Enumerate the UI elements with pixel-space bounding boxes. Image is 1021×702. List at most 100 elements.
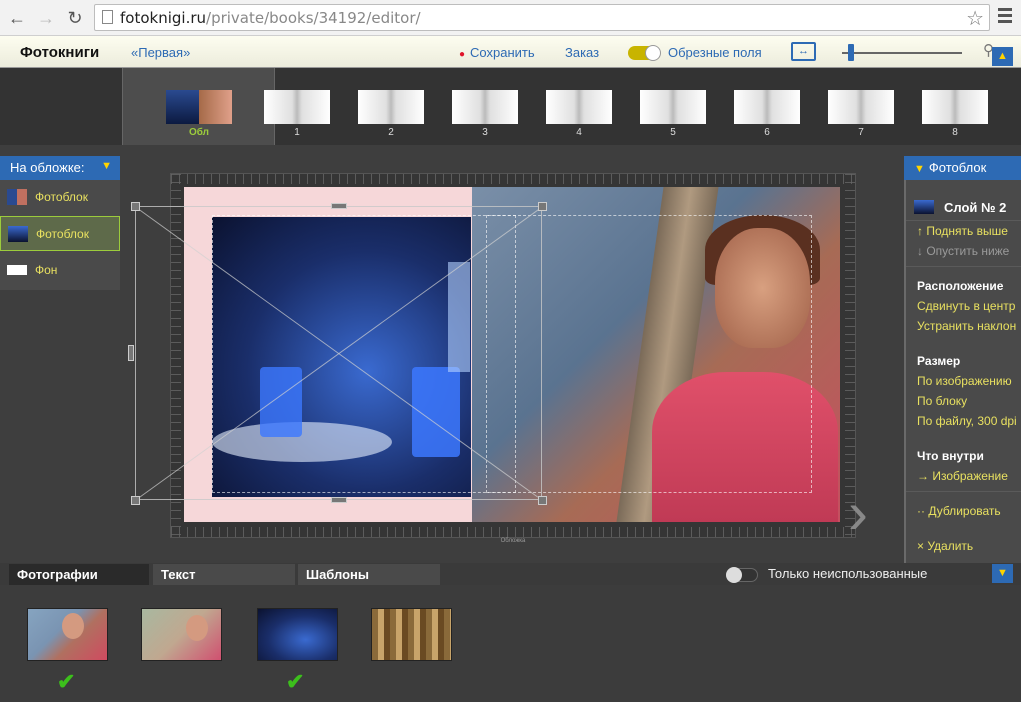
collapse-pages-icon[interactable]: ▲	[992, 47, 1013, 66]
gallery-photo[interactable]	[257, 608, 338, 661]
fit-to-screen-icon[interactable]: ↔	[791, 42, 816, 61]
page-thumb[interactable]	[828, 90, 894, 124]
gallery-photo[interactable]	[371, 608, 452, 661]
gallery-photo[interactable]	[141, 608, 222, 661]
tab-photos[interactable]: Фотографии	[9, 564, 149, 585]
lower-layer-link[interactable]: ↓ Опустить ниже	[917, 244, 1009, 258]
collapse-arrow-icon[interactable]: ▼	[914, 163, 925, 175]
page-strip: Обл 1 2 3 4 5 6 7 8	[0, 68, 1021, 145]
used-check-icon: ✔	[286, 669, 305, 694]
delete-link[interactable]: × Удалить	[917, 539, 973, 553]
page-thumb[interactable]	[734, 90, 800, 124]
photo-gallery: ✔ ✔	[0, 585, 1021, 702]
layer-title: Слой № 2	[944, 200, 1007, 215]
resize-handle-n[interactable]	[331, 203, 347, 209]
photoblock-panel-header[interactable]: ▼ Фотоблок	[904, 156, 1021, 180]
layer-label: Фотоблок	[35, 190, 88, 204]
cover-layers-title: На обложке:	[10, 160, 85, 175]
gallery-photo[interactable]	[27, 608, 108, 661]
page-thumb-cover[interactable]: Обл	[122, 68, 275, 145]
page-number: 3	[482, 127, 488, 138]
divider	[906, 220, 1021, 221]
resize-handle-w[interactable]	[128, 345, 134, 361]
url-text: fotoknigi.ru/private/books/34192/editor/	[120, 9, 421, 27]
zoom-slider-handle[interactable]	[848, 44, 854, 61]
layer-indicator: Слой № 2	[914, 198, 1019, 220]
duplicate-link[interactable]: ·· Дублировать	[917, 504, 1001, 518]
unused-only-toggle[interactable]	[726, 567, 758, 583]
app-header: Фотокниги «Первая» ● Сохранить Заказ Обре…	[0, 36, 1021, 68]
collapse-arrow-icon[interactable]: ▼	[101, 160, 112, 172]
unused-only-label[interactable]: Только неиспользованные	[768, 566, 927, 581]
forward-icon[interactable]: →	[35, 7, 57, 29]
divider	[906, 266, 1021, 267]
contents-title: Что внутри	[917, 449, 984, 463]
tab-templates[interactable]: Шаблоны	[298, 564, 440, 585]
resize-handle-ne[interactable]	[538, 202, 547, 211]
raise-layer-link[interactable]: ↑ Поднять выше	[917, 224, 1008, 238]
contents-image-link[interactable]: → Изображение	[917, 469, 1008, 483]
photoblock-panel-title: Фотоблок	[928, 160, 987, 175]
order-link[interactable]: Заказ	[565, 45, 599, 60]
canvas-caption: Обложка	[500, 538, 526, 544]
size-title: Размер	[917, 354, 961, 368]
page-number: 7	[858, 127, 864, 138]
page-number: 6	[764, 127, 770, 138]
brand-logo[interactable]: Фотокниги	[20, 44, 99, 61]
page-icon	[102, 10, 113, 24]
photoblock-icon	[8, 226, 28, 242]
layer-item[interactable]: Фон	[0, 253, 120, 288]
layer-label: Фон	[35, 263, 58, 277]
ruler-bottom	[171, 527, 857, 537]
cover-label: Обл	[188, 127, 210, 138]
page-thumb[interactable]	[922, 90, 988, 124]
browser-menu-icon[interactable]	[998, 8, 1012, 26]
center-link[interactable]: Сдвинуть в центр	[917, 299, 1015, 313]
resize-handle-s[interactable]	[331, 497, 347, 503]
save-button[interactable]: ● Сохранить	[459, 45, 535, 60]
photoblock-icon	[7, 189, 27, 205]
tab-text[interactable]: Текст	[153, 564, 295, 585]
size-by-image-link[interactable]: По изображению	[917, 374, 1012, 388]
page-number: 2	[388, 127, 394, 138]
trim-margins-label[interactable]: Обрезные поля	[668, 45, 762, 60]
photoblock-panel: Слой № 2 ↑ Поднять выше ↓ Опустить ниже …	[904, 180, 1021, 572]
size-by-block-link[interactable]: По блоку	[917, 394, 967, 408]
page-thumb[interactable]	[358, 90, 424, 124]
background-icon	[7, 265, 27, 275]
page-number: 8	[952, 127, 958, 138]
page-thumb[interactable]	[640, 90, 706, 124]
resize-handle-sw[interactable]	[131, 496, 140, 505]
page-thumb[interactable]	[452, 90, 518, 124]
bottom-tabs: Фотографии Текст Шаблоны Только неисполь…	[0, 563, 1021, 585]
straighten-link[interactable]: Устранить наклон	[917, 319, 1016, 333]
cover-layers-panel: Фотоблок Фотоблок Фон	[0, 180, 120, 290]
next-page-icon[interactable]: ›	[848, 478, 888, 548]
page-thumb[interactable]	[546, 90, 612, 124]
page-number: 1	[294, 127, 300, 138]
resize-handle-nw[interactable]	[131, 202, 140, 211]
page-number: 5	[670, 127, 676, 138]
page-thumb[interactable]	[264, 90, 330, 124]
resize-handle-se[interactable]	[538, 496, 547, 505]
photoblock-icon	[914, 200, 934, 214]
address-bar[interactable]: fotoknigi.ru/private/books/34192/editor/…	[94, 4, 990, 31]
layer-item-active[interactable]: Фотоблок	[0, 216, 120, 251]
position-title: Расположение	[917, 279, 1004, 293]
reload-icon[interactable]: ↻	[64, 7, 86, 29]
back-icon[interactable]: ←	[6, 7, 28, 29]
layer-item[interactable]: Фотоблок	[0, 180, 120, 215]
size-by-file-link[interactable]: По файлу, 300 dpi	[917, 414, 1017, 428]
zoom-slider-track[interactable]	[842, 52, 962, 54]
collapse-gallery-icon[interactable]: ▼	[992, 564, 1013, 583]
divider	[906, 491, 1021, 492]
trim-margins-toggle[interactable]	[628, 45, 661, 61]
layer-label: Фотоблок	[36, 227, 89, 241]
unsaved-dot-icon: ●	[459, 49, 466, 60]
book-name-link[interactable]: «Первая»	[131, 45, 190, 60]
cover-layers-header[interactable]: На обложке: ▼	[0, 156, 120, 180]
used-check-icon: ✔	[57, 669, 76, 694]
ruler-top	[171, 174, 857, 184]
bookmark-star-icon[interactable]: ☆	[966, 6, 984, 31]
page-number: 4	[576, 127, 582, 138]
